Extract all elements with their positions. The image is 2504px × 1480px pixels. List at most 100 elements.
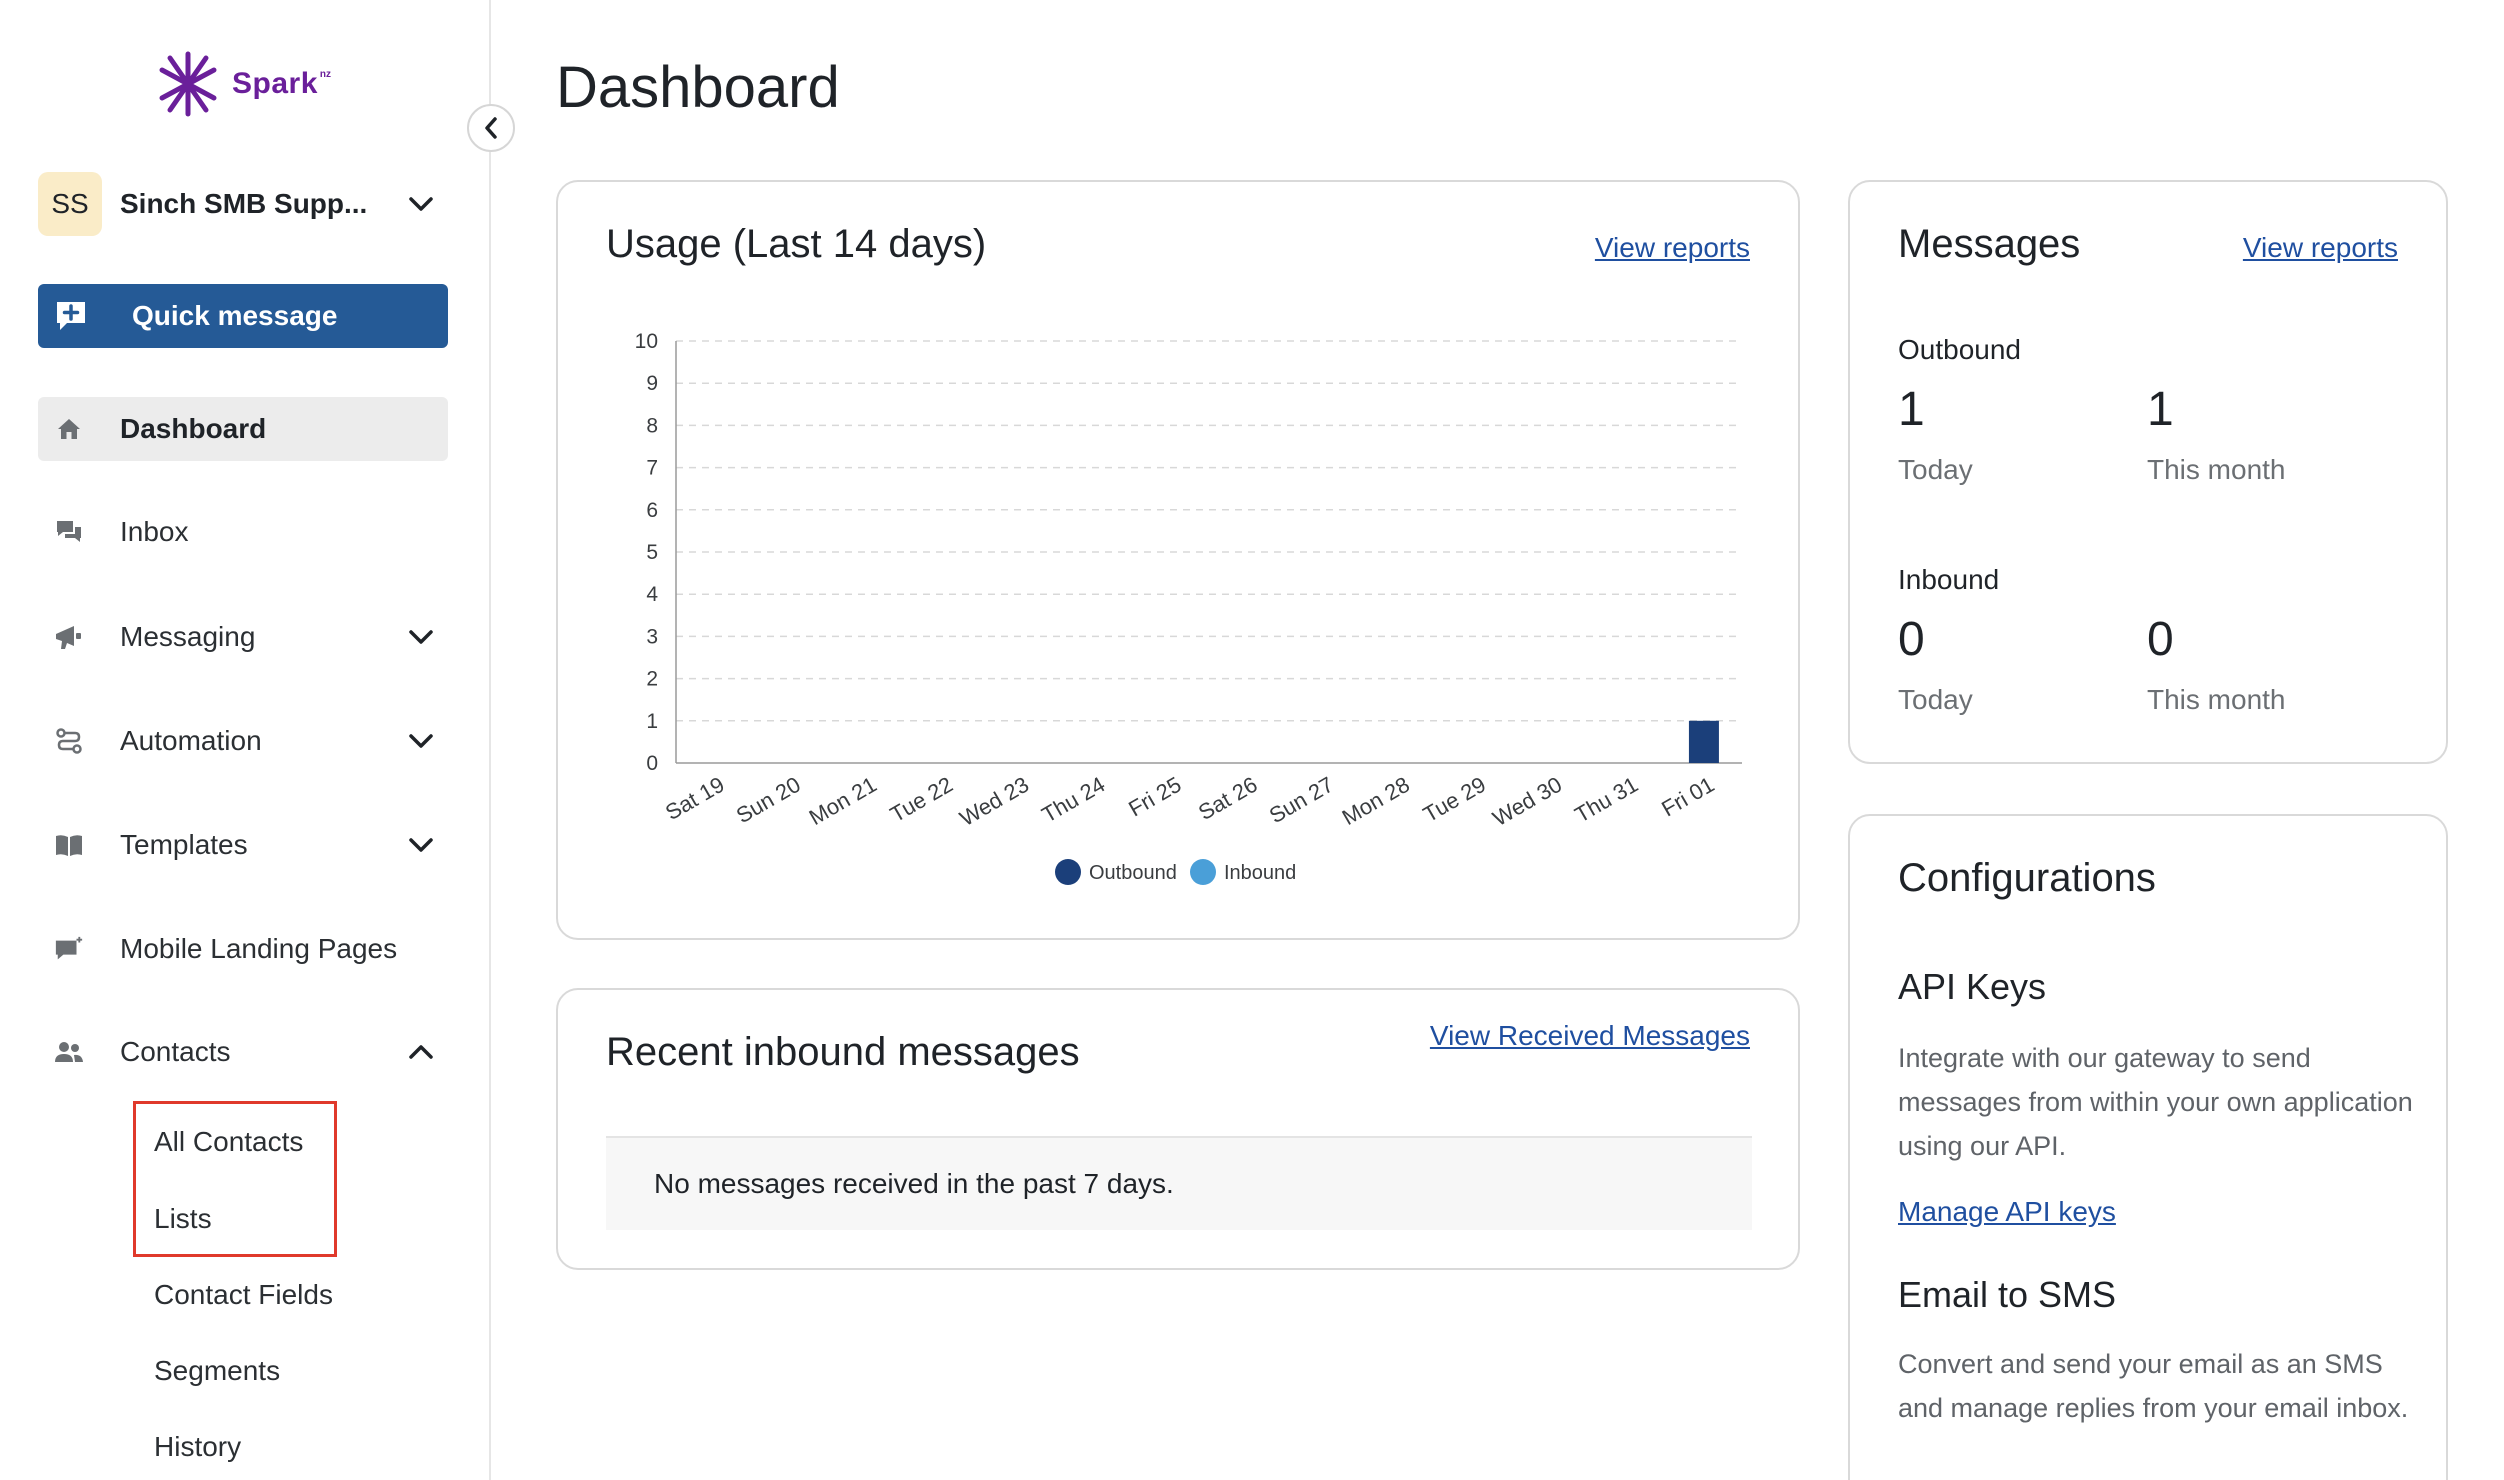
legend-label-outbound: Outbound [1089,862,1177,884]
book-icon [54,830,84,860]
nav-item-contacts[interactable]: Contacts [38,1020,448,1084]
bar-outbound [1688,720,1719,763]
x-tick-label: Sun 20 [732,772,805,829]
home-icon [54,414,84,444]
nav-item-templates[interactable]: Templates [38,813,448,877]
y-tick-label: 7 [646,457,658,480]
sidebar: Spark nz SS Sinch SMB Supp... Quick mess… [0,0,491,1480]
legend-swatch-outbound [1055,859,1081,885]
avatar: SS [38,172,102,236]
spark-logo[interactable]: Spark nz [152,48,337,120]
x-tick-label: Thu 31 [1570,772,1642,828]
chevron-down-icon [409,197,433,211]
api-keys-description: Integrate with our gateway to send messa… [1898,1043,2413,1161]
configurations-title: Configurations [1898,856,2156,900]
megaphone-icon [54,622,84,652]
x-tick-label: Sun 27 [1265,772,1338,829]
account-switcher[interactable]: SS Sinch SMB Supp... [38,172,448,236]
nav-label-inbox: Inbox [120,516,189,547]
nav-label-mobile-landing-pages: Mobile Landing Pages [120,933,398,964]
nav-label-templates: Templates [120,829,248,860]
message-plus-icon [57,302,85,330]
messages-card: Messages View reports Outbound 1 Today 1… [1848,180,2448,764]
sub-item-segments[interactable]: Segments [154,1351,280,1391]
outbound-month-count: 1 [2147,383,2174,436]
configurations-card: Configurations API Keys Integrate with o… [1848,814,2448,1480]
nav-item-mobile-landing-pages[interactable]: Mobile Landing Pages [38,917,448,981]
nav-label-contacts: Contacts [120,1036,231,1067]
y-tick-label: 4 [646,583,658,606]
y-tick-label: 1 [646,710,658,733]
quick-message-button[interactable]: Quick message [38,284,448,348]
sub-item-contact-fields[interactable]: Contact Fields [154,1275,333,1315]
outbound-today-count: 1 [1898,383,1925,436]
x-tick-label: Fri 01 [1657,772,1718,822]
landing-page-icon [54,934,84,964]
x-tick-label: Tue 29 [1419,772,1490,827]
usage-chart: 012345678910Sat 19 Sun 20 Mon 21 Tue 22Wed … [635,330,1742,885]
x-tick-label: Wed 23 [955,772,1033,831]
automation-icon [54,726,84,756]
brand-suffix: nz [319,68,331,80]
x-tick-label: Thu 24 [1037,772,1109,828]
chevron-down-icon [409,838,433,852]
inbound-label: Inbound [1898,564,2000,595]
inbound-today-count: 0 [1898,613,1925,666]
nav-item-inbox[interactable]: Inbox [38,500,448,564]
chevron-left-icon [485,117,497,139]
email-to-sms-description: Convert and send your email as an SMS an… [1898,1349,2409,1423]
page-title: Dashboard [556,55,840,120]
y-tick-label: 6 [646,499,658,522]
outbound-today-label: Today [1898,454,1973,485]
chevron-down-icon [409,630,433,644]
nav-label-messaging: Messaging [120,621,256,652]
recent-inbound-title: Recent inbound messages [606,1030,1080,1074]
usage-card: Usage (Last 14 days) View reports 012345… [556,180,1800,940]
messages-title: Messages [1898,222,2081,266]
x-tick-label: Sat 19 [661,772,729,825]
api-keys-title: API Keys [1898,966,2047,1007]
legend-swatch-inbound [1190,859,1216,885]
x-tick-label: Mon 28 [1338,772,1414,830]
highlight-annotation [133,1101,337,1257]
nav-label-automation: Automation [120,725,262,756]
chevron-down-icon [409,734,433,748]
x-tick-label: Tue 22 [886,772,957,827]
recent-inbound-card: Recent inbound messages View Received Me… [556,988,1800,1270]
y-tick-label: 2 [646,668,658,691]
x-tick-label: Wed 30 [1488,772,1566,831]
nav-item-messaging[interactable]: Messaging [38,605,448,669]
y-tick-label: 10 [635,330,658,353]
x-tick-label: Mon 21 [805,772,881,830]
view-received-messages-link[interactable]: View Received Messages [1430,1020,1750,1052]
sub-item-history[interactable]: History [154,1427,241,1467]
x-tick-label: Sat 26 [1194,772,1262,825]
inbound-today-label: Today [1898,684,1973,715]
x-tick-label: Fri 25 [1124,772,1185,822]
brand-name: Spark [232,67,318,100]
y-tick-label: 9 [646,372,658,395]
y-tick-label: 0 [646,752,658,775]
inbound-month-label: This month [2147,684,2286,715]
y-tick-label: 5 [646,541,658,564]
nav-label-dashboard: Dashboard [120,413,267,444]
nav-item-automation[interactable]: Automation [38,709,448,773]
empty-messages-notice: No messages received in the past 7 days. [606,1136,1752,1230]
quick-message-label: Quick message [132,300,338,331]
chat-icon [54,517,84,547]
y-tick-label: 8 [646,414,658,437]
people-icon [54,1037,84,1067]
manage-api-keys-link[interactable]: Manage API keys [1898,1196,2116,1228]
chevron-up-icon [409,1045,433,1059]
y-tick-label: 3 [646,625,658,648]
outbound-label: Outbound [1898,334,2021,365]
messages-view-reports-link[interactable]: View reports [2243,232,2398,264]
legend-label-inbound: Inbound [1224,862,1296,884]
spark-star-icon [159,51,217,117]
inbound-month-count: 0 [2147,613,2174,666]
outbound-month-label: This month [2147,454,2286,485]
account-name: Sinch SMB Supp... [120,188,368,219]
email-to-sms-title: Email to SMS [1898,1274,2117,1315]
nav-item-dashboard[interactable]: Dashboard [38,397,448,461]
collapse-sidebar-button[interactable] [467,104,515,152]
